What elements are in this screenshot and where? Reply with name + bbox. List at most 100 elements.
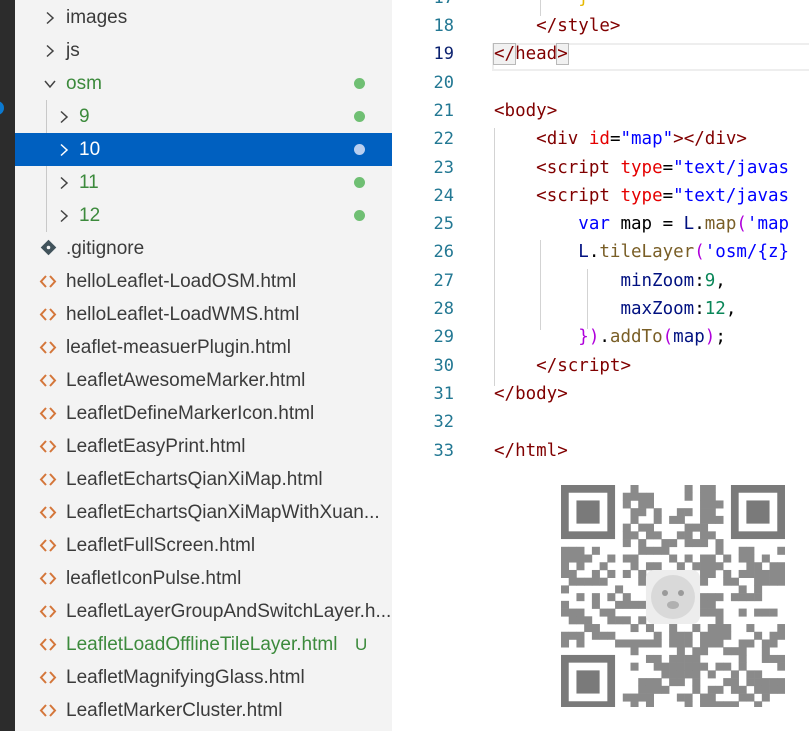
folder-item-images[interactable]: images (15, 1, 392, 34)
code-line[interactable]: <body> (494, 101, 557, 121)
code-token: , (725, 299, 737, 319)
code-token: } (578, 0, 589, 8)
file-item-leafletlayergroupandswitchlayer-h[interactable]: LeafletLayerGroupAndSwitchLayer.h... (15, 595, 392, 628)
chevron-right-icon[interactable] (55, 100, 73, 133)
code-token: > (609, 16, 621, 36)
git-modified-indicator (354, 210, 365, 221)
file-item-leafletdefinemarkericon-html[interactable]: LeafletDefineMarkerIcon.html (15, 397, 392, 430)
code-token: < (494, 100, 505, 121)
code-token: body (504, 100, 547, 121)
code-line[interactable]: } (494, 0, 589, 8)
chevron-down-icon[interactable] (41, 67, 59, 100)
chevron-right-icon[interactable] (41, 34, 59, 67)
tree-item-label: LeafletEchartsQianXiMapWithXuan... (66, 502, 380, 523)
folder-item-js[interactable]: js (15, 34, 392, 67)
chevron-right-icon[interactable] (55, 166, 73, 199)
code-token: ; (715, 327, 726, 348)
folder-item-osm[interactable]: osm (15, 67, 392, 100)
code-token: var (578, 214, 610, 235)
file-item-leafletechartsqianximap-html[interactable]: LeafletEchartsQianXiMap.html (15, 463, 392, 496)
code-line[interactable]: maxZoom:12, (494, 299, 736, 319)
code-token: 12 (704, 299, 726, 319)
code-token: div (704, 129, 737, 150)
code-line[interactable]: </script> (494, 356, 631, 376)
folder-item-12[interactable]: 12 (15, 199, 392, 232)
html-file-icon (39, 364, 57, 397)
code-token: type (620, 157, 663, 178)
code-token: > (736, 129, 747, 150)
tree-item-label: leaflet-measuerPlugin.html (66, 337, 291, 358)
code-token: > (620, 355, 631, 376)
file-item-leafletfullscreen-html[interactable]: LeafletFullScreen.html (15, 529, 392, 562)
chevron-right-icon[interactable] (41, 1, 59, 34)
code-token: script (557, 355, 621, 376)
code-line[interactable]: L.tileLayer('osm/{z} (494, 242, 789, 262)
file-item-leafleteasyprint-html[interactable]: LeafletEasyPrint.html (15, 430, 392, 463)
file-item-leafletmagnifyingglass-html[interactable]: LeafletMagnifyingGlass.html (15, 661, 392, 694)
git-icon (39, 232, 57, 265)
tree-item-label: LeafletDefineMarkerIcon.html (66, 403, 315, 424)
code-token: map (673, 327, 705, 348)
code-line[interactable]: minZoom:9, (494, 271, 725, 291)
file-item-gitignore[interactable]: .gitignore (15, 232, 392, 265)
tree-item-label: LeafletLayerGroupAndSwitchLayer.h... (66, 601, 392, 622)
code-token: . (694, 214, 705, 235)
code-token: style (557, 16, 610, 36)
html-file-icon (39, 331, 57, 364)
code-token: tileLayer (599, 242, 695, 263)
file-item-leafletmarkercluster-html[interactable]: LeafletMarkerCluster.html (15, 694, 392, 727)
code-token: < (536, 157, 547, 178)
tree-item-label: leafletIconPulse.html (66, 568, 242, 589)
html-file-icon (39, 463, 57, 496)
code-line[interactable]: </style> (494, 16, 620, 36)
code-line[interactable]: }).addTo(map); (494, 327, 726, 347)
tree-item-label: LeafletMarkerCluster.html (66, 700, 283, 721)
code-token: body (515, 383, 558, 404)
file-item-leafletloadofflinetilelayer-html[interactable]: LeafletLoadOfflineTileLayer.html U (15, 628, 392, 661)
folder-item-9[interactable]: 9 (15, 100, 392, 133)
folder-item-10[interactable]: 10 (15, 133, 392, 166)
git-modified-indicator (354, 144, 365, 155)
line-number: 20 (433, 72, 454, 93)
file-item-leafletawesomemarker-html[interactable]: LeafletAwesomeMarker.html (15, 364, 392, 397)
code-token: map = (609, 214, 684, 235)
code-line[interactable]: </html> (494, 441, 568, 461)
code-token: > (546, 100, 558, 121)
html-file-icon (39, 298, 57, 331)
code-line[interactable]: var map = L.map('map (494, 214, 789, 234)
file-item-leaflet-measuerplugin-html[interactable]: leaflet-measuerPlugin.html (15, 331, 392, 364)
code-token: </ (492, 43, 517, 66)
file-item-leafletechartsqianximapwithxuan[interactable]: LeafletEchartsQianXiMapWithXuan... (15, 496, 392, 529)
file-item-helloleaflet-loadosm-html[interactable]: helloLeaflet-LoadOSM.html (15, 265, 392, 298)
tree-item-label: 9 (79, 106, 90, 127)
code-line[interactable]: <script type="text/javas (494, 158, 789, 178)
code-token: "text/javas (673, 157, 790, 178)
folder-item-11[interactable]: 11 (15, 166, 392, 199)
code-line[interactable]: </body> (494, 384, 568, 404)
activity-indicator (0, 101, 4, 115)
html-file-icon (39, 628, 57, 661)
code-line[interactable]: <script type="text/javas (494, 186, 789, 206)
code-token: head (515, 44, 558, 65)
file-explorer: images js osm 9 10 11 12 .gitignore helloLeaflet… (15, 0, 392, 731)
tree-item-label: LeafletMagnifyingGlass.html (66, 667, 305, 688)
file-item-leafleticonpulse-html[interactable]: leafletIconPulse.html (15, 562, 392, 595)
line-number: 24 (433, 185, 454, 206)
activity-bar (0, 0, 15, 731)
code-token: "text/javas (673, 185, 790, 206)
code-line[interactable]: <div id="map"></div> (494, 129, 747, 149)
code-line[interactable]: </head> (492, 43, 569, 66)
file-item-helloleaflet-loadwms-html[interactable]: helloLeaflet-LoadWMS.html (15, 298, 392, 331)
git-untracked-badge: U (355, 635, 368, 654)
chevron-right-icon[interactable] (55, 199, 73, 232)
tree-item-label: 12 (79, 205, 101, 226)
code-token: > (557, 440, 568, 461)
chevron-right-icon[interactable] (55, 133, 73, 166)
